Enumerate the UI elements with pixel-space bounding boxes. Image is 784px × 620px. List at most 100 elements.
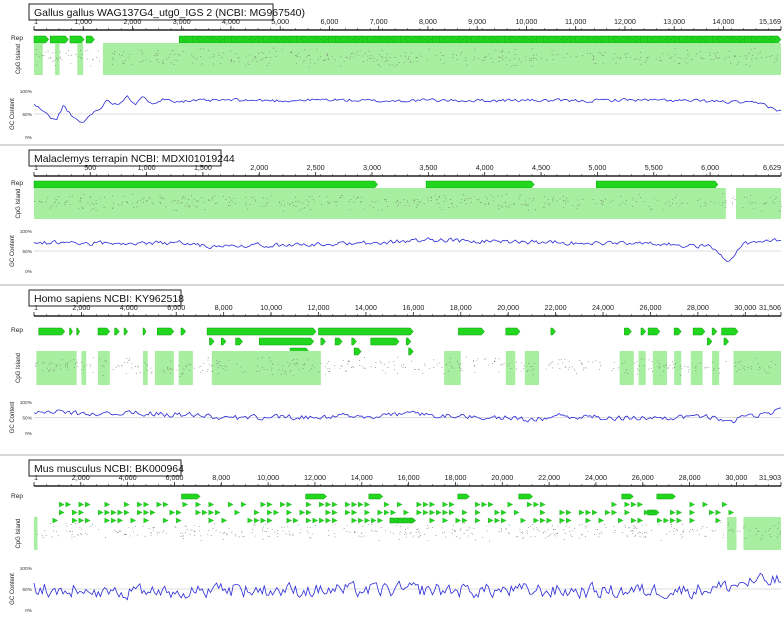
ruler-tick-label: 9,000	[468, 17, 486, 26]
rep-feature	[505, 327, 521, 336]
rep-arrow	[202, 509, 208, 516]
rep-feature	[458, 327, 485, 336]
rep-arrow	[702, 501, 709, 508]
rep-arrow	[449, 501, 455, 508]
ruler-tick-label: 30,000	[725, 473, 747, 482]
rep-arrow	[332, 501, 338, 508]
ruler-tick-label: 13,000	[663, 17, 685, 26]
rep-feature	[351, 337, 357, 346]
rep-feature	[142, 327, 147, 336]
rep-track-label: Rep	[11, 493, 23, 500]
rep-feature	[647, 327, 661, 336]
rep-arrow	[150, 509, 156, 516]
rep-arrow	[585, 509, 592, 516]
panel-title: Homo sapiens NCBI: KY962518	[34, 293, 184, 305]
rep-arrow	[416, 509, 423, 516]
ruler-tick-label: 4,000	[119, 473, 137, 482]
rep-arrow	[137, 509, 143, 516]
cpg-island	[102, 43, 781, 75]
rep-feature	[707, 337, 713, 346]
rep-feature	[405, 337, 412, 346]
ruler-tick-label: 5,000	[271, 17, 289, 26]
ruler-tick-label: 3,000	[173, 17, 191, 26]
rep-feature	[368, 493, 384, 500]
rep-arrow	[501, 509, 507, 516]
rep-arrow	[137, 501, 143, 508]
cpg-island	[743, 517, 781, 550]
ruler-tick-label: 11,000	[565, 17, 586, 26]
ruler-tick-label: 22,000	[538, 473, 560, 482]
rep-arrow	[546, 517, 553, 524]
gc-track-label: GC Content	[10, 401, 16, 433]
cpg-track-label: CpG Island	[16, 188, 22, 218]
gc-track-label: GC Content	[10, 573, 16, 605]
cpg-island	[143, 351, 148, 385]
cpg-track-label: CpG Island	[16, 518, 22, 548]
rep-arrow	[176, 517, 182, 524]
rep-arrow	[182, 501, 189, 508]
rep-arrow	[234, 509, 241, 516]
rep-arrow	[241, 501, 247, 508]
rep-arrow	[540, 517, 546, 524]
rep-arrow	[195, 509, 202, 516]
rep-arrow	[72, 509, 78, 516]
rep-arrow	[358, 501, 364, 508]
rep-feature	[33, 35, 50, 44]
rep-arrow	[286, 509, 293, 516]
rep-arrow	[306, 517, 312, 524]
ruler-tick-label: 28,000	[687, 303, 709, 312]
gc-axis-tick: 100%	[20, 229, 33, 235]
rep-arrow	[104, 509, 111, 516]
ruler-tick-label: 500	[84, 163, 96, 172]
ruler-tick-label: 16,000	[402, 303, 424, 312]
rep-arrow	[390, 509, 397, 516]
rep-feature	[596, 180, 719, 189]
rep-arrow	[436, 509, 442, 516]
rep-arrow	[319, 517, 325, 524]
rep-arrow	[195, 501, 202, 508]
rep-arrow	[728, 509, 735, 516]
ruler-tick-label: 6,000	[167, 303, 185, 312]
gc-content-line	[33, 95, 781, 123]
rep-feature	[76, 327, 80, 336]
ruler-tick-label: 22,000	[545, 303, 567, 312]
rep-track-label: Rep	[11, 327, 23, 334]
rep-arrow	[267, 517, 273, 524]
ruler-tick-label: 1	[34, 473, 38, 482]
ruler-tick-label: 3,500	[419, 163, 437, 172]
gc-track-label: GC Content	[10, 98, 16, 130]
cpg-island	[733, 351, 781, 385]
rep-arrow	[208, 501, 215, 508]
rep-arrow	[462, 517, 468, 524]
rep-arrow	[488, 517, 494, 524]
rep-arrow	[384, 501, 390, 508]
rep-arrow	[494, 517, 501, 524]
rep-arrow	[124, 509, 130, 516]
rep-arrow	[78, 501, 85, 508]
rep-arrow	[670, 509, 676, 516]
rep-arrow	[631, 517, 637, 524]
cpg-observed-dots	[37, 522, 781, 542]
gc-content-line	[33, 237, 782, 262]
cpg-island	[727, 517, 737, 550]
rep-feature	[457, 493, 470, 500]
gc-content-track: 100% 50% 0%	[20, 229, 782, 275]
rep-arrow	[319, 501, 325, 508]
ruler-tick-label: 1,000	[74, 17, 92, 26]
rep-arrow	[351, 509, 358, 516]
ruler-tick-label: 1,500	[194, 163, 212, 172]
ruler-tick-label: 2,000	[250, 163, 268, 172]
rep-arrow	[371, 517, 377, 524]
rep-arrow	[176, 509, 182, 516]
rep-arrow	[455, 517, 462, 524]
ruler-tick-label: 5,500	[645, 163, 663, 172]
rep-arrow	[254, 517, 260, 524]
cpg-island-track	[34, 43, 781, 75]
rep-arrow	[325, 509, 332, 516]
rep-arrow	[475, 509, 481, 516]
cpg-track-label: CpG Island	[16, 44, 22, 74]
ruler-tick-label: 12,000	[614, 17, 636, 26]
ruler-tick-label: 10,000	[257, 473, 279, 482]
cpg-island-track	[34, 188, 782, 219]
ruler-tick-label: 6,629	[763, 163, 781, 172]
